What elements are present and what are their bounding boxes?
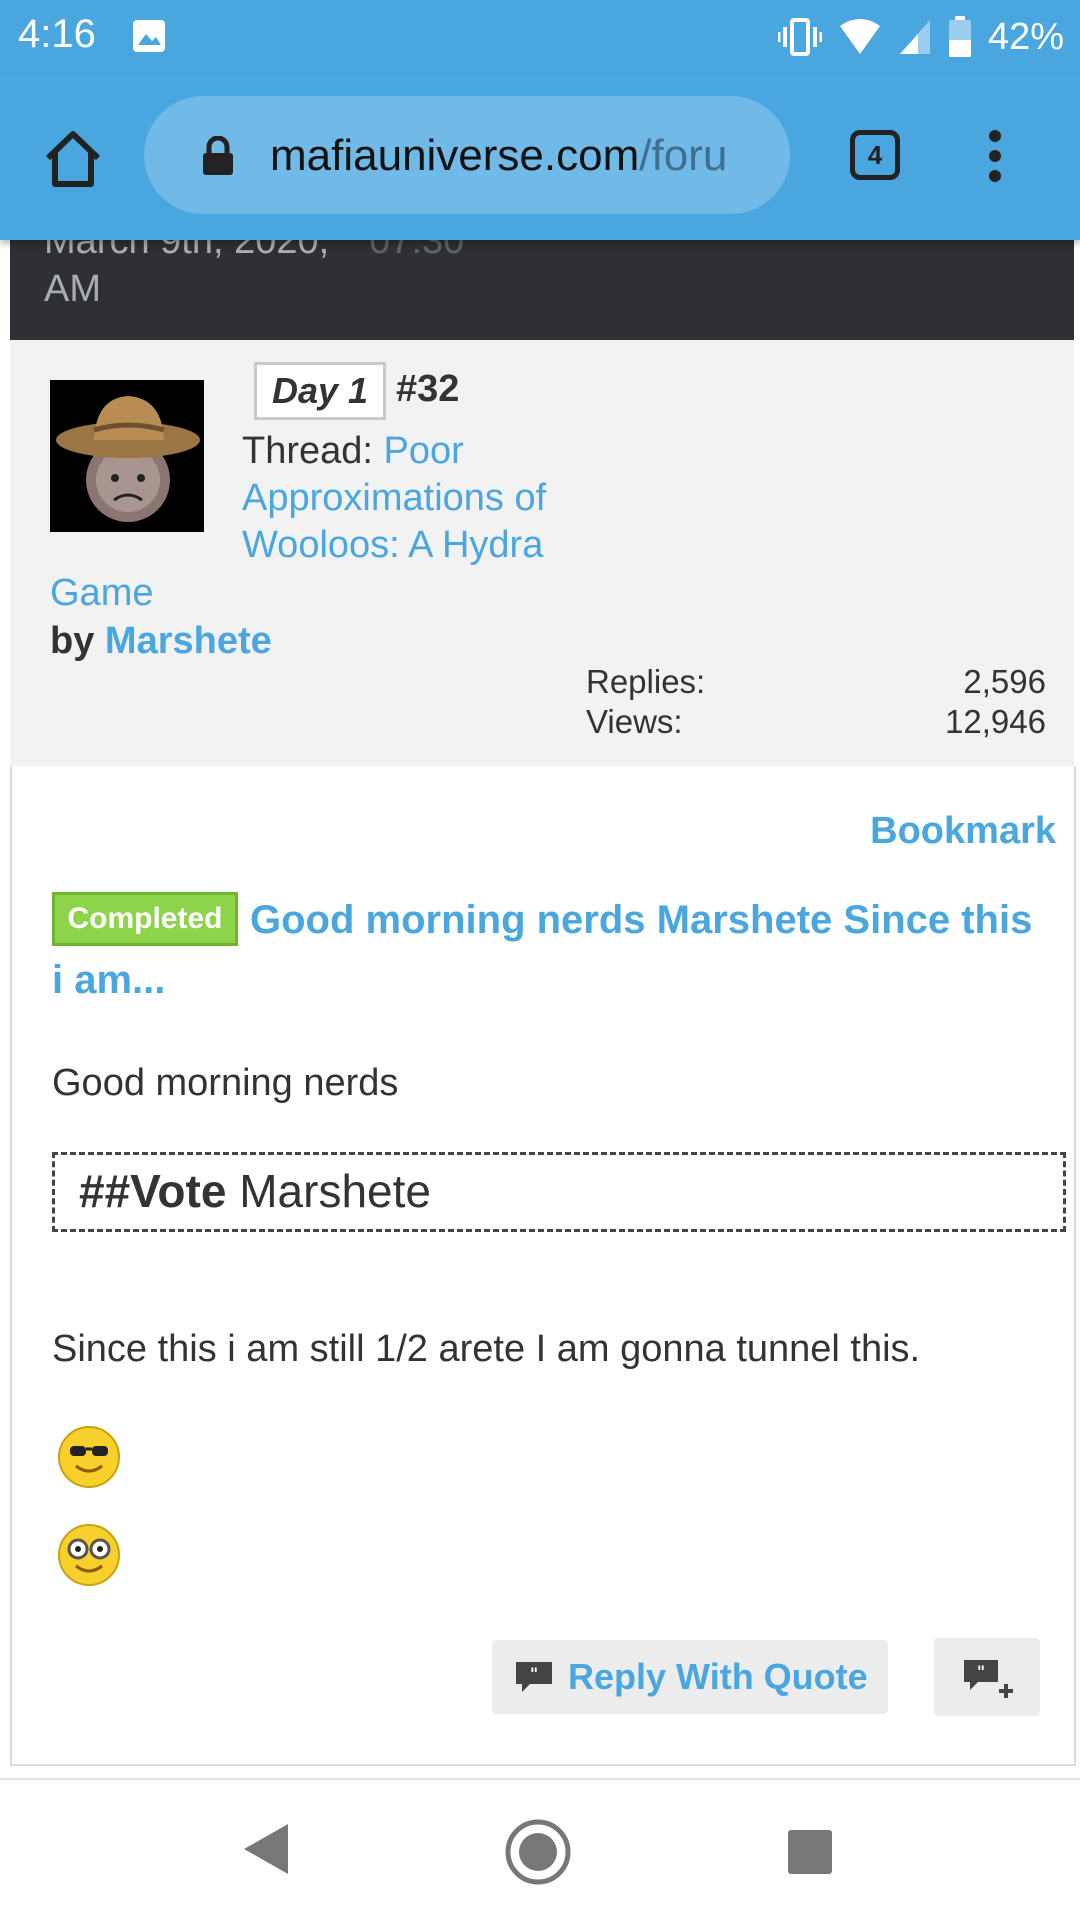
- thread-label: Thread:: [242, 430, 373, 472]
- reply-with-quote-button[interactable]: " Reply With Quote: [492, 1640, 888, 1714]
- views-row: Views: 12,946: [586, 702, 1046, 742]
- wifi-icon: [839, 19, 880, 54]
- vote-command: ##Vote: [79, 1165, 227, 1217]
- status-bar: 4:16 42%: [0, 0, 1080, 76]
- replies-value: 2,596: [963, 663, 1046, 700]
- url-path: /foru: [639, 131, 728, 180]
- sunglasses-smiley-icon: [58, 1426, 120, 1488]
- post-text: Since this i am still 1/2 arete I am gon…: [52, 1328, 921, 1370]
- thread-info-panel: Day 1 #32 Thread: Poor Approximations of…: [10, 340, 1074, 768]
- post-body: Good morning nerds ##Vote Marshete Since…: [10, 1020, 1076, 1766]
- reply-with-quote-label: Reply With Quote: [568, 1656, 868, 1697]
- multi-quote-button[interactable]: ": [934, 1638, 1040, 1716]
- replies-label: Replies:: [586, 663, 706, 700]
- replies-row: Replies: 2,596: [586, 662, 1046, 702]
- svg-text:": ": [977, 1662, 985, 1681]
- post-header: Bookmark Completed Good morning nerds Ma…: [10, 766, 1076, 1022]
- day-badge: Day 1: [254, 362, 386, 420]
- thread-title-link-continued[interactable]: Game: [50, 570, 153, 617]
- vote-box: ##Vote Marshete: [52, 1152, 1066, 1232]
- lock-icon: [203, 136, 233, 175]
- bookmark-link[interactable]: Bookmark: [870, 810, 1056, 853]
- cell-signal-icon: [899, 20, 930, 54]
- back-icon[interactable]: [242, 1822, 290, 1876]
- views-value: 12,946: [945, 703, 1046, 740]
- status-time: 4:16: [18, 12, 96, 56]
- thread-stats: Replies: 2,596 Views: 12,946: [586, 662, 1046, 742]
- overflow-menu-icon[interactable]: [980, 126, 1010, 186]
- status-icons: 42%: [777, 12, 1064, 62]
- author-link[interactable]: Marshete: [105, 620, 272, 662]
- home-icon[interactable]: [40, 126, 106, 192]
- vibrate-icon: [777, 18, 822, 56]
- thread-line: Thread: Poor Approximations of Wooloos: …: [242, 428, 622, 569]
- svg-text:": ": [530, 1664, 538, 1683]
- battery-icon: [948, 16, 971, 57]
- home-nav-icon[interactable]: [504, 1818, 572, 1886]
- browser-toolbar: mafiauniverse.com/foru 4: [0, 76, 1080, 240]
- post-title-link[interactable]: Good morning nerds Marshete Since this i…: [52, 890, 1052, 1010]
- author-line: by Marshete: [50, 618, 272, 665]
- post-greeting: Good morning nerds: [52, 1062, 399, 1104]
- url-text[interactable]: mafiauniverse.com/foru: [270, 126, 768, 186]
- nerd-smiley-icon: [58, 1524, 120, 1586]
- post-ampm: AM: [44, 268, 101, 310]
- recent-apps-icon[interactable]: [786, 1828, 834, 1876]
- system-navigation-bar: [0, 1778, 1080, 1922]
- views-label: Views:: [586, 703, 683, 740]
- address-bar[interactable]: mafiauniverse.com/foru: [144, 96, 790, 214]
- avatar[interactable]: [50, 380, 204, 532]
- quote-bubble-icon: ": [516, 1662, 552, 1692]
- tab-switcher-button[interactable]: 4: [850, 130, 900, 180]
- by-label: by: [50, 620, 95, 662]
- image-notification-icon: [133, 20, 165, 52]
- post-number: #32: [396, 368, 460, 410]
- battery-percent: 42%: [987, 15, 1064, 58]
- url-domain: mafiauniverse.com: [270, 131, 640, 180]
- multi-quote-plus-icon: ": [964, 1660, 1013, 1698]
- vote-target: Marshete: [239, 1165, 431, 1217]
